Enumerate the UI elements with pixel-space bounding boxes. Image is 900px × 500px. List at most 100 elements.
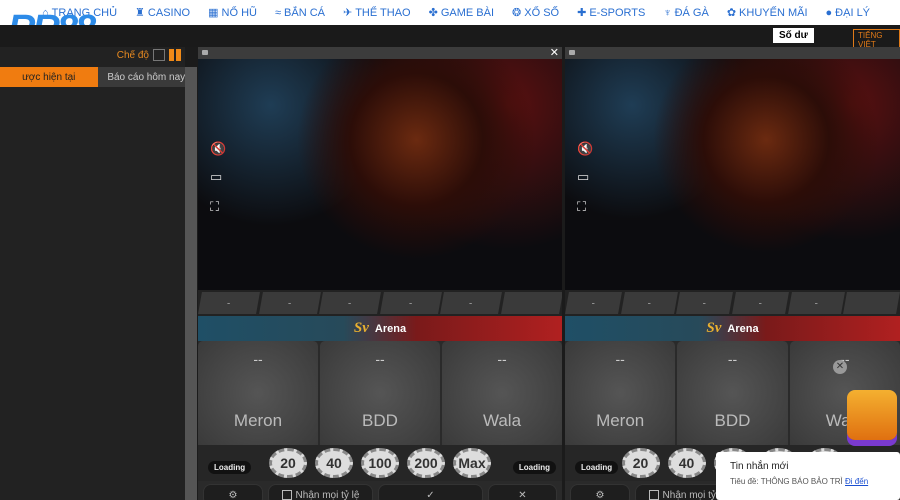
stat-cell: - (258, 292, 320, 314)
stat-cell: - (440, 292, 502, 314)
coin-gear-icon: ⚙ (595, 489, 605, 500)
nav-item[interactable]: ✚ E-SPORTS (577, 6, 645, 20)
screen-icon[interactable]: ▭ (577, 169, 589, 185)
single-view-icon[interactable] (153, 49, 165, 61)
stat-cell: - (732, 292, 789, 314)
bet-card-meron[interactable]: -- Meron (198, 341, 318, 445)
chip-row: Loading 20 40 100 200 Max Loading (198, 445, 562, 481)
loading-badge: Loading (208, 461, 252, 474)
bet-name: Meron (596, 411, 645, 430)
fullscreen-icon[interactable]: ⛶ (577, 199, 586, 215)
rooster-icon: ♆ (663, 6, 672, 19)
panel-header: ✕ (198, 47, 562, 59)
stat-cell: - (319, 292, 381, 314)
chip-max[interactable]: Max (453, 448, 491, 478)
arena-banner: Sv Arena (198, 316, 562, 341)
balance-button[interactable]: Số dư (773, 28, 814, 43)
loading-badge: Loading (575, 461, 619, 474)
close-icon[interactable]: ✕ (550, 47, 559, 59)
top-nav: ⌂ TRANG CHỦ ♜ CASINO ▦ NỔ HŨ ≈ BẮN CÁ ✈ THỂ THAO ✤… (0, 0, 900, 25)
bet-card-wala[interactable]: -- Wala (442, 341, 562, 445)
casino-icon: ♜ (135, 7, 145, 19)
loading-badge: Loading (512, 461, 556, 474)
bet-card-bdd[interactable]: -- BDD (677, 341, 788, 445)
nav-item[interactable]: ✤ GAME BÀI (429, 6, 495, 20)
nav-item[interactable]: ● ĐẠI LÝ (826, 7, 871, 19)
bet-options: -- Meron -- BDD -- Wala (198, 341, 562, 445)
game-panel: ✕ 🔇 ▭ ⛶ - - - - - Sv Arena -- Meron -- BDD -- Wala Loadin… (198, 47, 562, 500)
volume-mute-icon[interactable]: 🔇 (577, 141, 593, 157)
nav-item[interactable]: ✿ KHUYẾN MÃI (727, 6, 808, 20)
cancel-button[interactable]: ✕ (488, 484, 557, 500)
panel-header (565, 47, 900, 59)
chip-20[interactable]: 20 (621, 448, 660, 478)
agent-icon: ● (825, 6, 833, 19)
nav-label: CASINO (147, 6, 191, 19)
panel-icon (569, 50, 575, 55)
bet-name: BDD (714, 411, 751, 430)
stat-cell: - (198, 292, 260, 314)
header-bar (0, 25, 900, 47)
nav-label: XỔ SỐ (524, 6, 560, 19)
nav-label: GAME BÀI (440, 6, 495, 19)
chip-40[interactable]: 40 (667, 448, 706, 478)
toast-title: Tin nhắn mới (730, 461, 789, 472)
bet-odds: -- (497, 351, 507, 367)
accept-all-odds-toggle[interactable]: Nhận mọi tỷ lệ (268, 484, 373, 500)
chip-100[interactable]: 100 (361, 448, 399, 478)
nav-item[interactable]: ♜ CASINO (135, 6, 191, 20)
close-icon[interactable]: ✕ (833, 360, 847, 374)
treasure-chest-icon[interactable] (847, 390, 897, 440)
nav-label: KHUYẾN MÃI (739, 6, 808, 19)
action-bar: ⚙ Nhận mọi tỷ lệ ✓ ✕ (198, 481, 562, 500)
stat-cell (500, 292, 562, 314)
panel-icon (202, 50, 208, 55)
chip-20[interactable]: 20 (269, 448, 307, 478)
tab-current-bets[interactable]: ược hiện tại (0, 67, 98, 87)
sport-icon: ✈ (342, 7, 353, 19)
bet-card-bdd[interactable]: -- BDD (320, 341, 440, 445)
split-view-icon[interactable] (169, 49, 181, 61)
nav-item[interactable]: ✈ THỂ THAO (342, 6, 411, 20)
chip-200[interactable]: 200 (407, 448, 445, 478)
settings-button[interactable]: ⚙ (203, 484, 263, 500)
checkbox[interactable] (281, 490, 292, 500)
nav-item[interactable]: ≈ BẮN CÁ (275, 7, 325, 19)
bet-name: Wala (482, 411, 522, 430)
bet-name: Meron (233, 411, 283, 430)
bet-odds: -- (253, 351, 263, 367)
toast-link[interactable]: Đi đến (845, 477, 868, 486)
stat-cell: - (379, 292, 441, 314)
checkbox[interactable] (648, 490, 659, 500)
volume-mute-icon[interactable]: 🔇 (210, 141, 226, 157)
notification-toast: Tin nhắn mới Tiêu đề: THÔNG BÁO BẢO TRÌ … (716, 452, 900, 500)
fish-icon: ≈ (274, 6, 282, 19)
scrollbar[interactable] (185, 67, 197, 500)
screen-icon[interactable]: ▭ (210, 169, 222, 185)
stats-row: ----- (565, 290, 900, 316)
gamepad-icon: ✚ (577, 7, 587, 19)
tab-today-report[interactable]: Báo cáo hôm nay (97, 67, 195, 87)
slot-icon: ▦ (208, 7, 219, 19)
settings-button[interactable]: ⚙ (570, 484, 630, 500)
video-stream[interactable]: 🔇 ▭ ⛶ (198, 59, 562, 290)
stat-cell: - (620, 292, 678, 314)
toast-message: Tiêu đề: THÔNG BÁO BẢO TRÌ (730, 477, 843, 486)
arena-banner: Sv Arena (565, 316, 900, 341)
fullscreen-icon[interactable]: ⛶ (210, 199, 219, 215)
nav-item[interactable]: ▦ NỔ HŨ (208, 6, 257, 20)
bet-odds: -- (375, 351, 385, 367)
confirm-button[interactable]: ✓ (378, 484, 483, 500)
video-stream[interactable]: 🔇 ▭ ⛶ (565, 59, 900, 290)
nav-label: ĐẠI LÝ (835, 6, 871, 19)
stat-cell: - (676, 292, 733, 314)
mode-switch: Chế độ (117, 49, 185, 61)
stat-cell: - (565, 292, 622, 314)
stat-cell (843, 292, 900, 314)
chip-40[interactable]: 40 (315, 448, 353, 478)
bet-card-meron[interactable]: -- Meron (565, 341, 676, 445)
nav-label: NỔ HŨ (221, 6, 257, 19)
nav-item[interactable]: ♆ ĐÁ GÀ (663, 7, 708, 19)
stat-cell: - (787, 292, 845, 314)
nav-item[interactable]: ❂ XỔ SỐ (512, 6, 560, 20)
